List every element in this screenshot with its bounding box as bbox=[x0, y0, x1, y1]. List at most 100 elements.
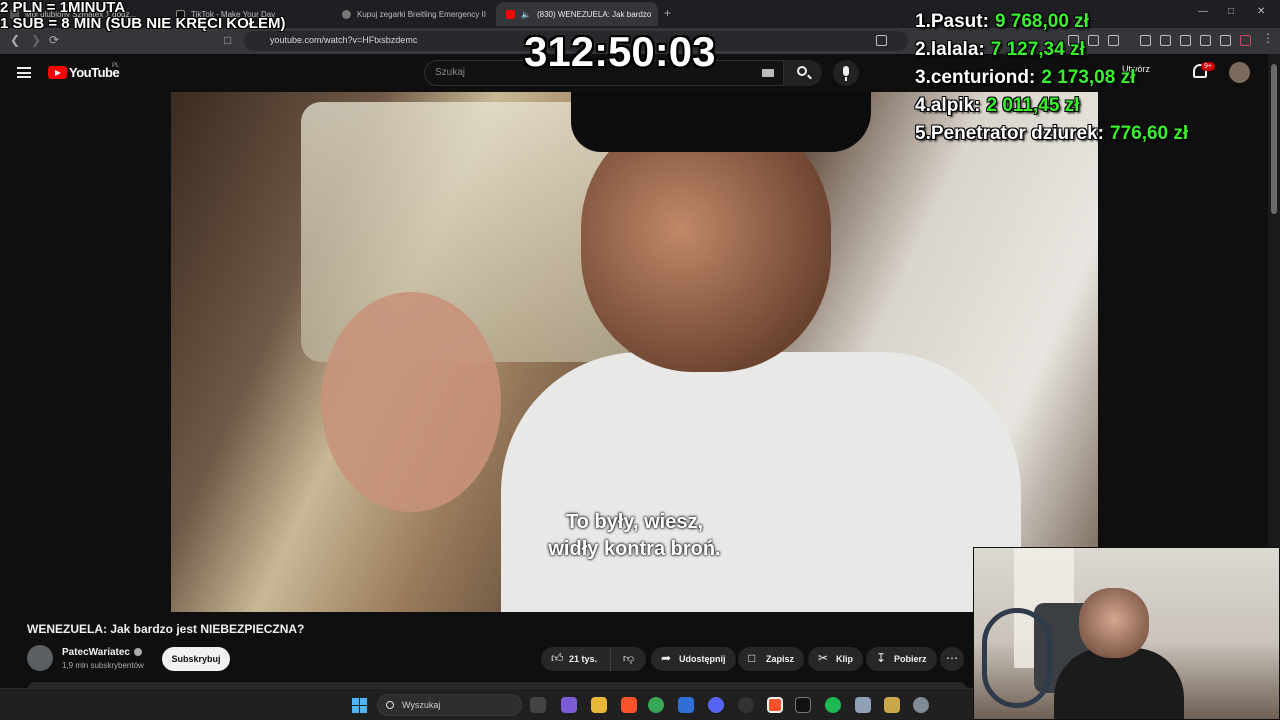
brave-active-icon[interactable] bbox=[767, 697, 783, 713]
youtube-favicon-icon bbox=[506, 9, 515, 19]
channel-name[interactable]: PatecWariatec bbox=[62, 647, 142, 658]
tab-youtube-active[interactable]: 🔈 (830) WENEZUELA: Jak bardzo ✕ bbox=[496, 2, 658, 26]
tab-title: (830) WENEZUELA: Jak bardzo bbox=[536, 9, 652, 19]
video-frame-cap bbox=[571, 92, 871, 152]
obs-icon[interactable] bbox=[738, 697, 754, 713]
subathon-timer: 312:50:03 bbox=[524, 28, 716, 75]
taskbar-search-placeholder: Wyszukaj bbox=[402, 700, 441, 710]
rate-line: 1 SUB = 8 MIN (SUB NIE KRĘCI KOŁEM) bbox=[0, 15, 286, 32]
download-label: Pobierz bbox=[894, 654, 927, 664]
app-icon[interactable] bbox=[795, 697, 811, 713]
share-icon: ➦ bbox=[661, 651, 672, 665]
leaderboard-rank: 1. bbox=[915, 11, 931, 32]
subscribe-button[interactable]: Subskrybuj bbox=[162, 647, 230, 671]
url-text: youtube.com/watch?v=HFtxsbzdemc bbox=[270, 35, 418, 45]
leaderboard-row: 2.lalala: 7 127,34 zł bbox=[915, 36, 1188, 64]
save-label: Zapisz bbox=[766, 654, 795, 664]
channel-subscriber-count: 1,9 mln subskrybentów bbox=[62, 661, 144, 670]
leaderboard-name: centuriond: bbox=[930, 67, 1036, 88]
discord-icon[interactable] bbox=[708, 697, 724, 713]
menu-icon[interactable]: ⋮ bbox=[1262, 31, 1274, 45]
channel-avatar[interactable] bbox=[27, 645, 53, 671]
account-avatar[interactable] bbox=[1229, 62, 1250, 83]
close-window-icon[interactable]: ✕ bbox=[1257, 6, 1265, 17]
video-frame-hand bbox=[321, 292, 501, 512]
new-tab-icon[interactable]: + bbox=[664, 6, 671, 20]
leaderboard-name: Penetrator dziurek: bbox=[930, 123, 1105, 144]
leaderboard-amount: 9 768,00 zł bbox=[994, 11, 1089, 32]
save-button[interactable]: □ Zapisz bbox=[738, 647, 805, 671]
cast-icon[interactable] bbox=[876, 35, 887, 46]
leaderboard-amount: 7 127,34 zł bbox=[990, 39, 1085, 60]
voice-search-icon[interactable] bbox=[833, 60, 859, 86]
donation-leaderboard: 1.Pasut: 9 768,00 zł 2.lalala: 7 127,34 zł… bbox=[915, 8, 1188, 148]
search-placeholder: Szukaj bbox=[435, 67, 466, 78]
share-button[interactable]: ➦ Udostępnij bbox=[651, 647, 736, 671]
tab-title: Kupuj zegarki Breitling Emergency II bbox=[357, 9, 486, 19]
leaderboard-amount: 776,60 zł bbox=[1110, 123, 1189, 144]
leaderboard-rank: 2. bbox=[915, 39, 931, 60]
video-frame-shirt bbox=[501, 352, 1021, 612]
leaderboard-rank: 4. bbox=[915, 95, 931, 116]
webcam-headset bbox=[982, 608, 1052, 708]
leaderboard-rank: 3. bbox=[915, 67, 931, 88]
chrome-icon[interactable] bbox=[648, 697, 664, 713]
clip-button[interactable]: ✂ Klip bbox=[808, 647, 863, 671]
leaderboard-row: 3.centuriond: 2 173,08 zł bbox=[915, 64, 1188, 92]
webcam-person-head bbox=[1079, 588, 1149, 658]
brave-icon[interactable] bbox=[621, 697, 637, 713]
back-icon[interactable]: ❮ bbox=[10, 33, 20, 47]
maximize-icon[interactable]: □ bbox=[1228, 6, 1234, 17]
youtube-region-label: PL bbox=[112, 63, 120, 69]
minimize-icon[interactable]: — bbox=[1198, 6, 1208, 17]
bookmark-icon[interactable]: □ bbox=[224, 33, 231, 47]
leaderboard-amount: 2 011,45 zł bbox=[986, 95, 1080, 116]
close-tab-icon[interactable]: ✕ bbox=[657, 9, 658, 20]
taskbar-search-input[interactable]: Wyszukaj bbox=[377, 694, 522, 716]
screen: Mój ulubiony Szmatex 1 godz... TikTok - … bbox=[0, 0, 1280, 720]
verified-icon bbox=[134, 648, 142, 657]
search-icon bbox=[386, 701, 394, 709]
settings-gear-icon[interactable] bbox=[913, 697, 929, 713]
thumbs-down-icon: 👎︎ bbox=[622, 653, 635, 665]
hamburger-menu-icon[interactable] bbox=[17, 67, 31, 78]
scrollbar-thumb[interactable] bbox=[1271, 64, 1277, 214]
streamer-webcam bbox=[973, 547, 1280, 720]
extension-icon[interactable] bbox=[1200, 35, 1211, 46]
download-button[interactable]: ↧ Pobierz bbox=[866, 647, 937, 671]
more-actions-icon[interactable]: ⋯ bbox=[940, 647, 964, 671]
tab-breitling[interactable]: Kupuj zegarki Breitling Emergency II bbox=[332, 2, 494, 26]
notification-badge: 9+ bbox=[1201, 62, 1215, 71]
search-button[interactable] bbox=[784, 60, 822, 86]
leaderboard-amount: 2 173,08 zł bbox=[1041, 67, 1136, 88]
windows-start-icon[interactable] bbox=[352, 698, 367, 713]
keyboard-icon[interactable] bbox=[762, 69, 774, 77]
scissors-icon: ✂ bbox=[818, 651, 829, 665]
reload-icon[interactable]: ⟳ bbox=[49, 33, 59, 47]
video-title: WENEZUELA: Jak bardzo jest NIEBEZPIECZNA… bbox=[27, 622, 305, 636]
channel-name-text: PatecWariatec bbox=[62, 647, 130, 658]
like-button[interactable]: 👍︎ 21 tys. bbox=[541, 647, 611, 671]
shield-icon[interactable] bbox=[1220, 35, 1231, 46]
copilot-icon[interactable] bbox=[561, 697, 577, 713]
speaker-icon: 🔈 bbox=[521, 9, 531, 19]
video-subtitles: To były, wiesz, widły kontra broń. bbox=[171, 509, 1098, 563]
share-label: Udostępnij bbox=[679, 654, 726, 664]
dislike-button[interactable]: 👎︎ bbox=[610, 647, 646, 671]
file-explorer-icon[interactable] bbox=[591, 697, 607, 713]
calculator-icon[interactable] bbox=[855, 697, 871, 713]
leaderboard-name: lalala: bbox=[930, 39, 985, 60]
forward-icon[interactable]: ❯ bbox=[31, 33, 41, 47]
rate-line: 2 PLN = 1MINUTA bbox=[0, 0, 126, 16]
league-icon[interactable] bbox=[884, 697, 900, 713]
leaderboard-row: 5.Penetrator dziurek: 776,60 zł bbox=[915, 120, 1188, 148]
subtitle-line: To były, wiesz, bbox=[565, 511, 704, 533]
subtitle-line: widły kontra broń. bbox=[548, 538, 721, 560]
store-icon[interactable] bbox=[678, 697, 694, 713]
spotify-icon[interactable] bbox=[825, 697, 841, 713]
profile-icon[interactable] bbox=[1240, 35, 1251, 46]
download-icon: ↧ bbox=[876, 651, 887, 665]
bookmark-save-icon: □ bbox=[748, 651, 756, 665]
task-view-icon[interactable] bbox=[530, 697, 546, 713]
youtube-logo-icon[interactable] bbox=[48, 66, 67, 79]
